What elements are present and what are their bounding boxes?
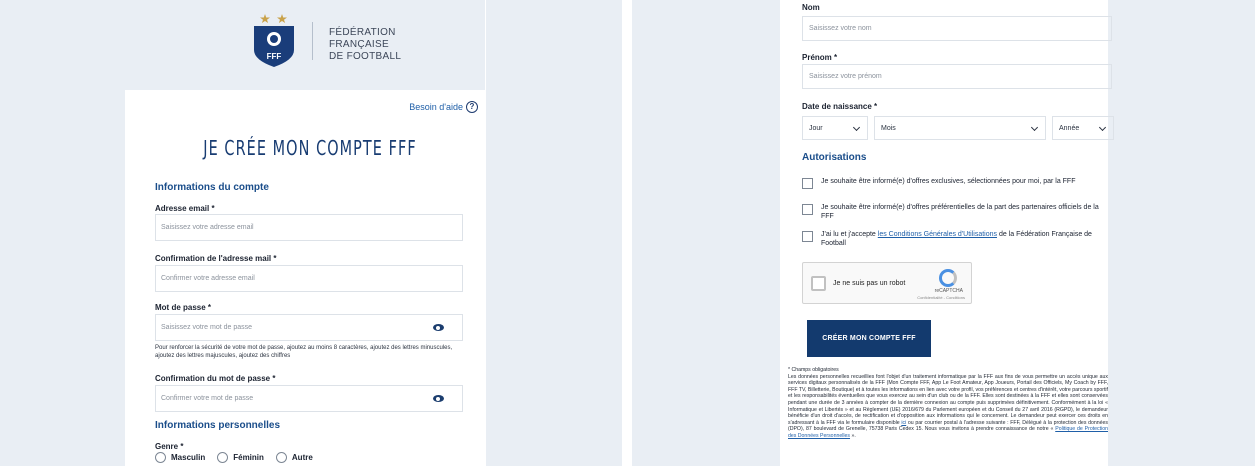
recaptcha-widget: Je ne suis pas un robot reCAPTCHA Confid…: [802, 262, 972, 304]
page-background-right: [1108, 0, 1255, 466]
password-confirm-label: Confirmation du mot de passe *: [155, 374, 276, 383]
consent-partners-checkbox[interactable]: [802, 204, 813, 215]
birth-day-value: Jour: [809, 124, 823, 132]
authorizations-heading: Autorisations: [802, 152, 867, 163]
gender-label: Genre *: [155, 442, 184, 451]
birth-day-select[interactable]: Jour: [802, 116, 868, 140]
logo-divider: [312, 22, 313, 60]
question-icon[interactable]: ?: [466, 101, 478, 113]
terms-prefix: J'ai lu et j'accepte: [821, 231, 878, 238]
birth-month-select[interactable]: Mois: [874, 116, 1046, 140]
recaptcha-links[interactable]: Confidentialité - Conditions: [917, 295, 965, 300]
chevron-down-icon: [852, 123, 861, 132]
gender-option-other-label[interactable]: Autre: [292, 453, 313, 462]
fff-logo-icon[interactable]: FFF: [251, 10, 297, 68]
required-fields-note: * Champs obligatoires: [788, 367, 839, 373]
lastname-field[interactable]: Saisissez votre nom: [802, 16, 1112, 41]
consent-offers-checkbox[interactable]: [802, 178, 813, 189]
chevron-down-icon: [1030, 123, 1039, 132]
account-info-heading: Informations du compte: [155, 182, 269, 193]
password-label: Mot de passe *: [155, 303, 212, 312]
birth-year-select[interactable]: Année: [1052, 116, 1114, 140]
logo-letters: FFF: [267, 52, 282, 61]
federation-name-line-3: DE FOOTBALL: [329, 51, 402, 62]
page-background-left: [0, 0, 125, 466]
gender-option-female[interactable]: Féminin: [217, 452, 264, 463]
gender-radio-group: Masculin Féminin Autre: [155, 452, 313, 463]
recaptcha-brand: reCAPTCHA: [934, 288, 963, 294]
page-title: JE CRÉE MON COMPTE FFF: [203, 136, 417, 160]
federation-name-line-2: FRANÇAISE: [329, 39, 389, 50]
password-field[interactable]: Saisissez votre mot de passe: [155, 314, 463, 341]
email-label: Adresse email *: [155, 204, 215, 213]
birthdate-label: Date de naissance *: [802, 102, 878, 111]
lastname-label: Nom: [802, 3, 820, 12]
personal-info-heading: Informations personnelles: [155, 420, 281, 431]
help-link-label[interactable]: Besoin d'aide: [409, 102, 463, 112]
password-placeholder: Saisissez votre mot de passe: [161, 324, 253, 331]
legal-end: ».: [850, 432, 856, 439]
consent-partners-row: Je souhaite être informé(e) d'offres pré…: [802, 204, 1106, 221]
consent-offers-row: Je souhaite être informé(e) d'offres exc…: [802, 178, 1106, 189]
terms-row: J'ai lu et j'accepte les Conditions Géné…: [802, 231, 1106, 248]
radio-female[interactable]: [217, 452, 229, 463]
page-background-left: [632, 0, 780, 466]
email-confirm-label: Confirmation de l'adresse mail *: [155, 254, 277, 263]
signup-form-bottom: Nom Saisissez votre nom Prénom * Saisiss…: [632, 0, 1255, 466]
chevron-down-icon: [1098, 123, 1107, 132]
recaptcha-icon: [939, 269, 957, 287]
consent-offers-label[interactable]: Je souhaite être informé(e) d'offres exc…: [821, 178, 1106, 189]
birth-year-value: Année: [1059, 124, 1080, 132]
terms-label: J'ai lu et j'accepte les Conditions Géné…: [821, 231, 1106, 248]
gender-option-other[interactable]: Autre: [275, 452, 313, 463]
recaptcha-checkbox[interactable]: [811, 276, 826, 291]
create-account-button[interactable]: CRÉER MON COMPTE FFF: [807, 320, 931, 357]
birth-month-value: Mois: [881, 124, 896, 132]
help-link[interactable]: Besoin d'aide ?: [409, 101, 478, 113]
password-hint: Pour renforcer la sécurité de votre mot …: [155, 345, 453, 359]
terms-checkbox[interactable]: [802, 231, 813, 242]
show-password-confirm-icon[interactable]: [433, 395, 444, 402]
legal-notice: * Champs obligatoires Les données person…: [788, 367, 1108, 440]
gender-option-male-label[interactable]: Masculin: [171, 453, 205, 462]
show-password-icon[interactable]: [433, 324, 444, 331]
form-card: Nom Saisissez votre nom Prénom * Saisiss…: [780, 0, 1114, 466]
header: FFF FÉDÉRATION FRANÇAISE DE FOOTBALL: [125, 0, 485, 90]
email-field[interactable]: Saisissez votre adresse email: [155, 214, 463, 241]
gender-option-female-label[interactable]: Féminin: [233, 453, 264, 462]
form-card: Besoin d'aide ? JE CRÉE MON COMPTE FFF I…: [134, 90, 486, 466]
signup-form-top: FFF FÉDÉRATION FRANÇAISE DE FOOTBALL Bes…: [0, 0, 622, 466]
terms-link[interactable]: les Conditions Générales d'Utilisations: [878, 231, 997, 238]
legal-body: Les données personnelles recueillies fon…: [788, 373, 1108, 426]
page-background-right: [486, 0, 622, 466]
firstname-field[interactable]: Saisissez votre prénom: [802, 64, 1112, 89]
radio-other[interactable]: [275, 452, 287, 463]
gender-option-male[interactable]: Masculin: [155, 452, 205, 463]
password-confirm-field[interactable]: Confirmer votre mot de passe: [155, 385, 463, 412]
radio-male[interactable]: [155, 452, 166, 463]
firstname-label: Prénom *: [802, 53, 838, 62]
consent-partners-label[interactable]: Je souhaite être informé(e) d'offres pré…: [821, 204, 1106, 221]
password-confirm-placeholder: Confirmer votre mot de passe: [161, 395, 254, 402]
recaptcha-label: Je ne suis pas un robot: [833, 280, 906, 287]
federation-name-line-1: FÉDÉRATION: [329, 27, 396, 38]
email-confirm-field[interactable]: Confirmer votre adresse email: [155, 265, 463, 292]
federation-name: FÉDÉRATION FRANÇAISE DE FOOTBALL: [329, 27, 401, 63]
